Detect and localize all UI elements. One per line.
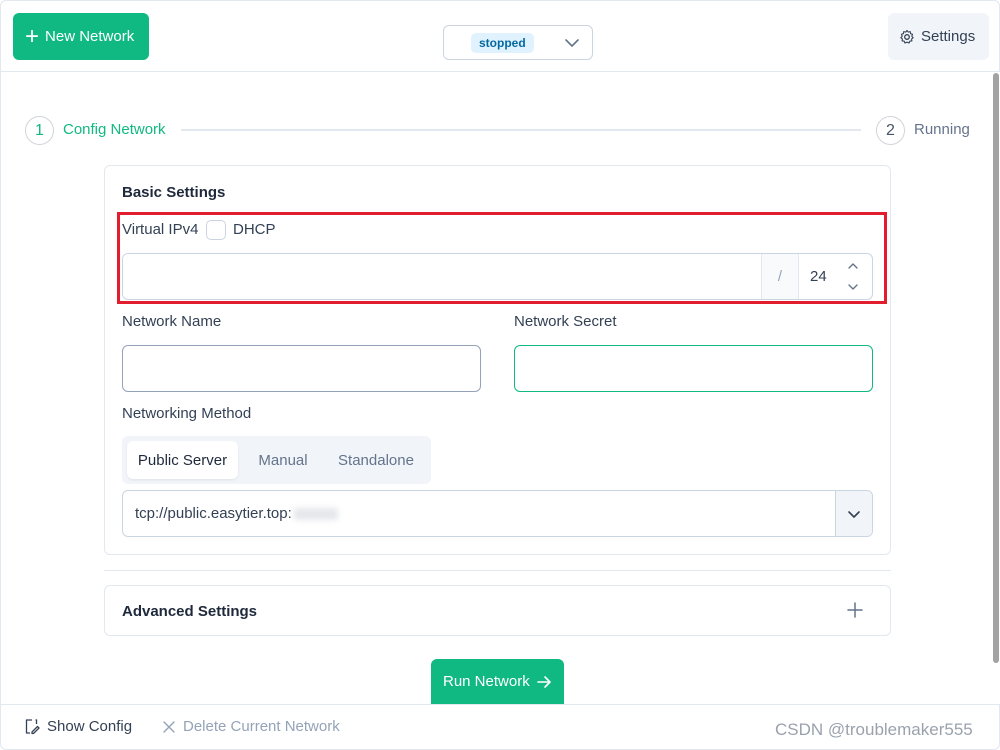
step-label: Running — [914, 121, 970, 138]
section-divider — [104, 570, 891, 571]
dhcp-checkbox[interactable] — [206, 220, 226, 240]
run-network-button[interactable]: Run Network — [431, 659, 564, 704]
chevron-down-icon[interactable] — [846, 280, 860, 294]
virtual-ipv4-label: Virtual IPv4 — [122, 221, 199, 238]
networking-method-label: Networking Method — [122, 405, 252, 422]
method-public-server[interactable]: Public Server — [127, 441, 238, 479]
redacted-port — [293, 507, 338, 520]
close-icon — [163, 720, 175, 733]
top-bar: + New Network stopped Settings — [0, 0, 1000, 72]
watermark: CSDN @troublemaker555 — [775, 720, 973, 739]
edit-document-icon — [25, 719, 40, 735]
step-connector — [181, 129, 861, 131]
step-number: 2 — [876, 116, 905, 145]
public-server-url: tcp://public.easytier.top: — [135, 505, 292, 522]
public-server-select[interactable]: tcp://public.easytier.top: — [122, 490, 873, 537]
delete-network-button[interactable]: Delete Current Network — [162, 718, 340, 735]
chevron-down-icon — [848, 510, 860, 518]
method-standalone[interactable]: Standalone — [326, 441, 426, 479]
ipv4-input[interactable] — [123, 254, 761, 299]
chevron-up-icon[interactable] — [846, 259, 860, 273]
netmask-separator: / — [761, 254, 799, 299]
public-server-value[interactable]: tcp://public.easytier.top: — [123, 491, 835, 536]
network-name-input[interactable] — [122, 345, 481, 392]
stepper: 1 Config Network 2 Running — [24, 116, 974, 146]
public-server-dropdown-button[interactable] — [835, 491, 872, 536]
network-secret-input[interactable] — [514, 345, 873, 392]
basic-settings-card: Basic Settings Virtual IPv4 DHCP / 24 Ne… — [104, 165, 891, 555]
vertical-scrollbar[interactable] — [993, 73, 999, 663]
network-name-label: Network Name — [122, 313, 222, 330]
method-manual[interactable]: Manual — [244, 441, 322, 479]
run-network-label: Run Network — [443, 673, 530, 690]
plus-icon[interactable] — [846, 601, 864, 619]
settings-label: Settings — [921, 28, 976, 45]
show-config-label: Show Config — [47, 718, 133, 735]
basic-settings-title: Basic Settings — [122, 184, 226, 201]
netmask-value[interactable]: 24 — [810, 268, 827, 285]
network-secret-label: Network Secret — [514, 313, 617, 330]
gear-icon — [900, 29, 914, 44]
settings-button[interactable]: Settings — [888, 13, 989, 60]
advanced-settings-title: Advanced Settings — [122, 603, 258, 620]
step-label: Config Network — [63, 121, 166, 138]
status-badge: stopped — [471, 32, 534, 53]
networking-method-selector: Public Server Manual Standalone — [122, 436, 431, 484]
delete-network-label: Delete Current Network — [183, 718, 340, 735]
ipv4-input-group: / 24 — [122, 253, 873, 300]
plus-icon: + — [25, 22, 40, 50]
network-select[interactable]: stopped — [443, 25, 593, 60]
step-number: 1 — [25, 116, 54, 145]
chevron-down-icon — [565, 39, 579, 47]
show-config-button[interactable]: Show Config — [23, 718, 132, 735]
new-network-label: New Network — [45, 28, 135, 45]
arrow-right-icon — [536, 675, 551, 688]
new-network-button[interactable]: + New Network — [13, 13, 149, 60]
dhcp-label[interactable]: DHCP — [233, 221, 276, 238]
advanced-settings-panel[interactable]: Advanced Settings — [104, 585, 891, 636]
netmask-stepper[interactable]: 24 — [799, 254, 872, 299]
